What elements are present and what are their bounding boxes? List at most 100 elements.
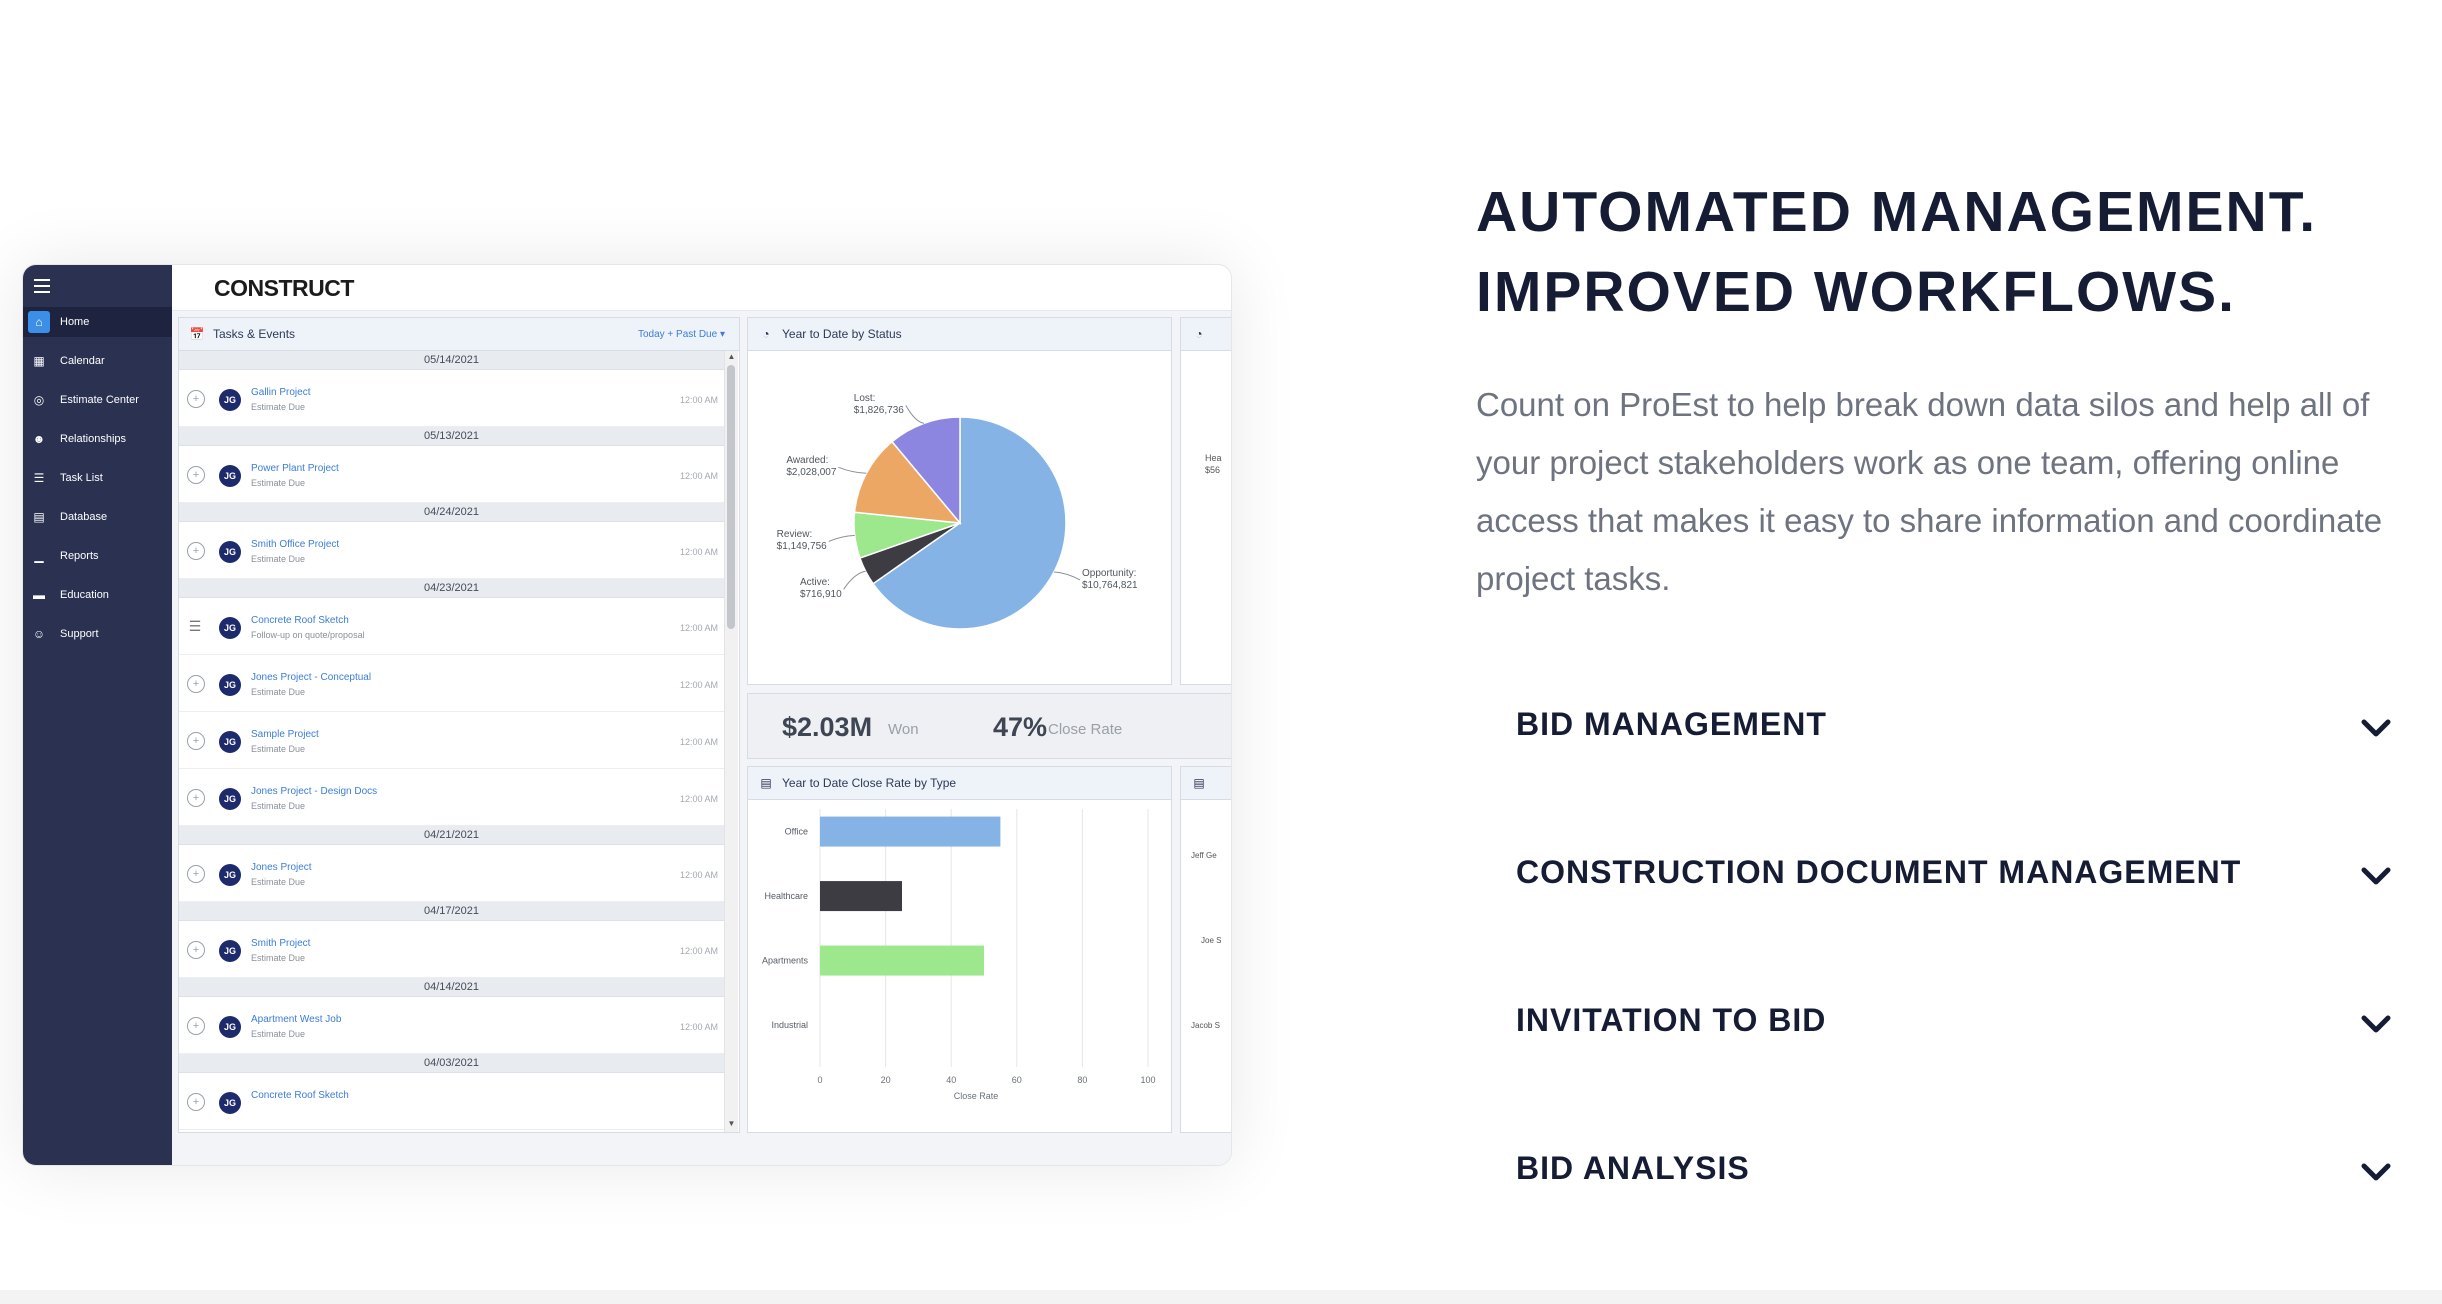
add-circle-icon[interactable]: + xyxy=(187,789,205,807)
task-time: 12:00 AM xyxy=(679,623,718,633)
task-title-link[interactable]: Concrete Roof Sketch xyxy=(251,615,349,626)
scroll-thumb[interactable] xyxy=(727,365,735,629)
add-circle-icon[interactable]: + xyxy=(187,865,205,883)
task-row[interactable]: + JG Jones Project Estimate Due 12:00 AM xyxy=(179,845,724,902)
accordion-bid-analysis[interactable]: BID ANALYSIS xyxy=(1516,1142,2396,1202)
task-subtitle: Estimate Due xyxy=(251,402,306,412)
bar-apartments[interactable] xyxy=(820,945,984,976)
task-list: 05/14/2021 + JG Gallin Project Estimate Due 1… xyxy=(179,351,724,1132)
task-row[interactable]: + JG Sample Project Estimate Due 12:00 AM xyxy=(179,712,724,769)
pie-panel-header: ◔ Year to Date by Status xyxy=(748,318,1171,351)
task-row[interactable]: + JG Apartment West Job Estimate Due 12:00 A… xyxy=(179,997,724,1054)
tasks-events-panel: 📅 Tasks & Events Today + Past Due ▾ 05/1… xyxy=(178,317,740,1133)
sidebar-item-database[interactable]: ▤ Database xyxy=(23,502,172,532)
bar-healthcare[interactable] xyxy=(820,881,902,912)
task-title-link[interactable]: Concrete Roof Sketch xyxy=(251,1090,349,1101)
avatar: JG xyxy=(219,465,241,487)
task-time: 12:00 AM xyxy=(679,680,718,690)
status-pie-panel: ◔ Year to Date by Status Opportunity: $10… xyxy=(747,317,1172,685)
construct-logo[interactable]: CONSTRUCT xyxy=(214,275,354,302)
task-time: 12:00 AM xyxy=(679,946,718,956)
task-title-link[interactable]: Sample Project xyxy=(251,729,319,740)
task-title-link[interactable]: Gallin Project xyxy=(251,387,310,398)
add-circle-icon[interactable]: + xyxy=(187,390,205,408)
task-title-link[interactable]: Jones Project - Design Docs xyxy=(251,786,377,797)
task-list-scrollbar[interactable]: ▲ ▼ xyxy=(724,351,738,1132)
pie-label-opportunity: Opportunity: $10,764,821 xyxy=(1081,567,1138,591)
task-subtitle: Estimate Due xyxy=(251,687,306,697)
add-circle-icon[interactable]: + xyxy=(187,1017,205,1035)
task-title-link[interactable]: Smith Office Project xyxy=(251,539,339,550)
bar-x-tick-label: 80 xyxy=(1077,1075,1087,1085)
add-circle-icon[interactable]: + xyxy=(187,1093,205,1111)
sidebar-item-home[interactable]: ⌂ Home xyxy=(23,307,172,337)
bar-office[interactable] xyxy=(820,816,1001,847)
side-panel-partial-bottom: ▤ Jeff Ge Joe S Jacob S xyxy=(1180,766,1231,1133)
task-row[interactable]: + JG Gallin Project Estimate Due 12:00 AM xyxy=(179,370,724,427)
add-circle-icon[interactable]: + xyxy=(187,675,205,693)
sidebar-item-calendar[interactable]: ▦ Calendar xyxy=(23,346,172,376)
side-panel-bottom-header: ▤ xyxy=(1181,767,1231,800)
tasks-panel-title: Tasks & Events xyxy=(213,327,296,341)
bar-x-tick-label: 20 xyxy=(881,1075,891,1085)
tasks-filter-dropdown[interactable]: Today + Past Due ▾ xyxy=(638,329,725,340)
task-row[interactable]: + JG Smith Office Project Estimate Due 12:00… xyxy=(179,522,724,579)
checklist-icon[interactable]: ☰ xyxy=(187,618,203,634)
task-subtitle: Estimate Due xyxy=(251,554,306,564)
chevron-down-icon[interactable] xyxy=(2356,856,2396,896)
task-title-link[interactable]: Jones Project xyxy=(251,862,312,873)
bar-category-label: Industrial xyxy=(771,1020,808,1030)
task-title-link[interactable]: Power Plant Project xyxy=(251,463,339,474)
task-title-link[interactable]: Apartment West Job xyxy=(251,1014,341,1025)
accordion-construction-document-management[interactable]: CONSTRUCTION DOCUMENT MANAGEMENT xyxy=(1516,846,2396,906)
side-name-1: Jeff Ge xyxy=(1191,851,1217,860)
avatar: JG xyxy=(219,541,241,563)
sidebar-item-support[interactable]: ☺ Support xyxy=(23,619,172,649)
task-row[interactable]: ☰ JG Concrete Roof Sketch Follow-up on quot… xyxy=(179,598,724,655)
close-rate-label: Close Rate xyxy=(1048,721,1123,738)
sidebar-item-estimate-center[interactable]: ◎ Estimate Center xyxy=(23,385,172,415)
add-circle-icon[interactable]: + xyxy=(187,941,205,959)
side-text-1: Hea xyxy=(1205,453,1222,463)
task-time: 12:00 AM xyxy=(679,471,718,481)
task-date-header: 04/17/2021 xyxy=(179,902,724,921)
task-row[interactable]: + JG Concrete Roof Sketch xyxy=(179,1073,724,1130)
chevron-down-icon[interactable] xyxy=(2356,1152,2396,1192)
scroll-down-arrow-icon[interactable]: ▼ xyxy=(725,1119,738,1131)
sidebar: ⌂ Home ▦ Calendar ◎ Estimate Center ☻ Relations… xyxy=(23,265,172,1165)
sidebar-item-education[interactable]: ▬ Education xyxy=(23,580,172,610)
task-date-header: 04/24/2021 xyxy=(179,503,724,522)
add-circle-icon[interactable]: + xyxy=(187,542,205,560)
bar-chart-icon: ▤ xyxy=(760,776,772,790)
reports-icon: ▁ xyxy=(34,549,44,563)
accordion-bid-management[interactable]: BID MANAGEMENT xyxy=(1516,698,2396,758)
hero-description: Count on ProEst to help break down data … xyxy=(1476,386,2383,597)
chevron-down-icon[interactable] xyxy=(2356,1004,2396,1044)
task-title-link[interactable]: Smith Project xyxy=(251,938,310,949)
bar-category-label: Apartments xyxy=(762,956,809,966)
metrics-strip: $2.03M Won 47% Close Rate $ xyxy=(747,693,1231,759)
task-subtitle: Follow-up on quote/proposal xyxy=(251,630,365,640)
task-title-link[interactable]: Jones Project - Conceptual xyxy=(251,672,371,683)
sidebar-item-task-list[interactable]: ☰ Task List xyxy=(23,463,172,493)
estimate-icon: ◎ xyxy=(33,393,45,407)
add-circle-icon[interactable]: + xyxy=(187,732,205,750)
task-row[interactable]: + JG Smith Project Estimate Due 12:00 AM xyxy=(179,921,724,978)
sidebar-item-label: Estimate Center xyxy=(60,394,139,406)
tasks-filter-label: Today + Past Due xyxy=(637,329,718,340)
task-time: 12:00 AM xyxy=(679,395,718,405)
pie-leader-line xyxy=(838,466,867,474)
task-row[interactable]: + JG Jones Project - Conceptual Estimate Du… xyxy=(179,655,724,712)
task-row[interactable]: + JG Power Plant Project Estimate Due 12:00 … xyxy=(179,446,724,503)
pie-panel-title: Year to Date by Status xyxy=(782,327,902,341)
bar-x-tick-label: 100 xyxy=(1140,1075,1155,1085)
scroll-up-arrow-icon[interactable]: ▲ xyxy=(725,352,738,364)
accordion-invitation-to-bid[interactable]: INVITATION TO BID xyxy=(1516,994,2396,1054)
hamburger-menu-icon[interactable] xyxy=(34,279,50,293)
task-row[interactable]: + JG Jones Project - Design Docs Estimate D… xyxy=(179,769,724,826)
sidebar-item-relationships[interactable]: ☻ Relationships xyxy=(23,424,172,454)
close-rate-value: 47% xyxy=(993,712,1048,742)
sidebar-item-reports[interactable]: ▁ Reports xyxy=(23,541,172,571)
chevron-down-icon[interactable] xyxy=(2356,708,2396,748)
add-circle-icon[interactable]: + xyxy=(187,466,205,484)
